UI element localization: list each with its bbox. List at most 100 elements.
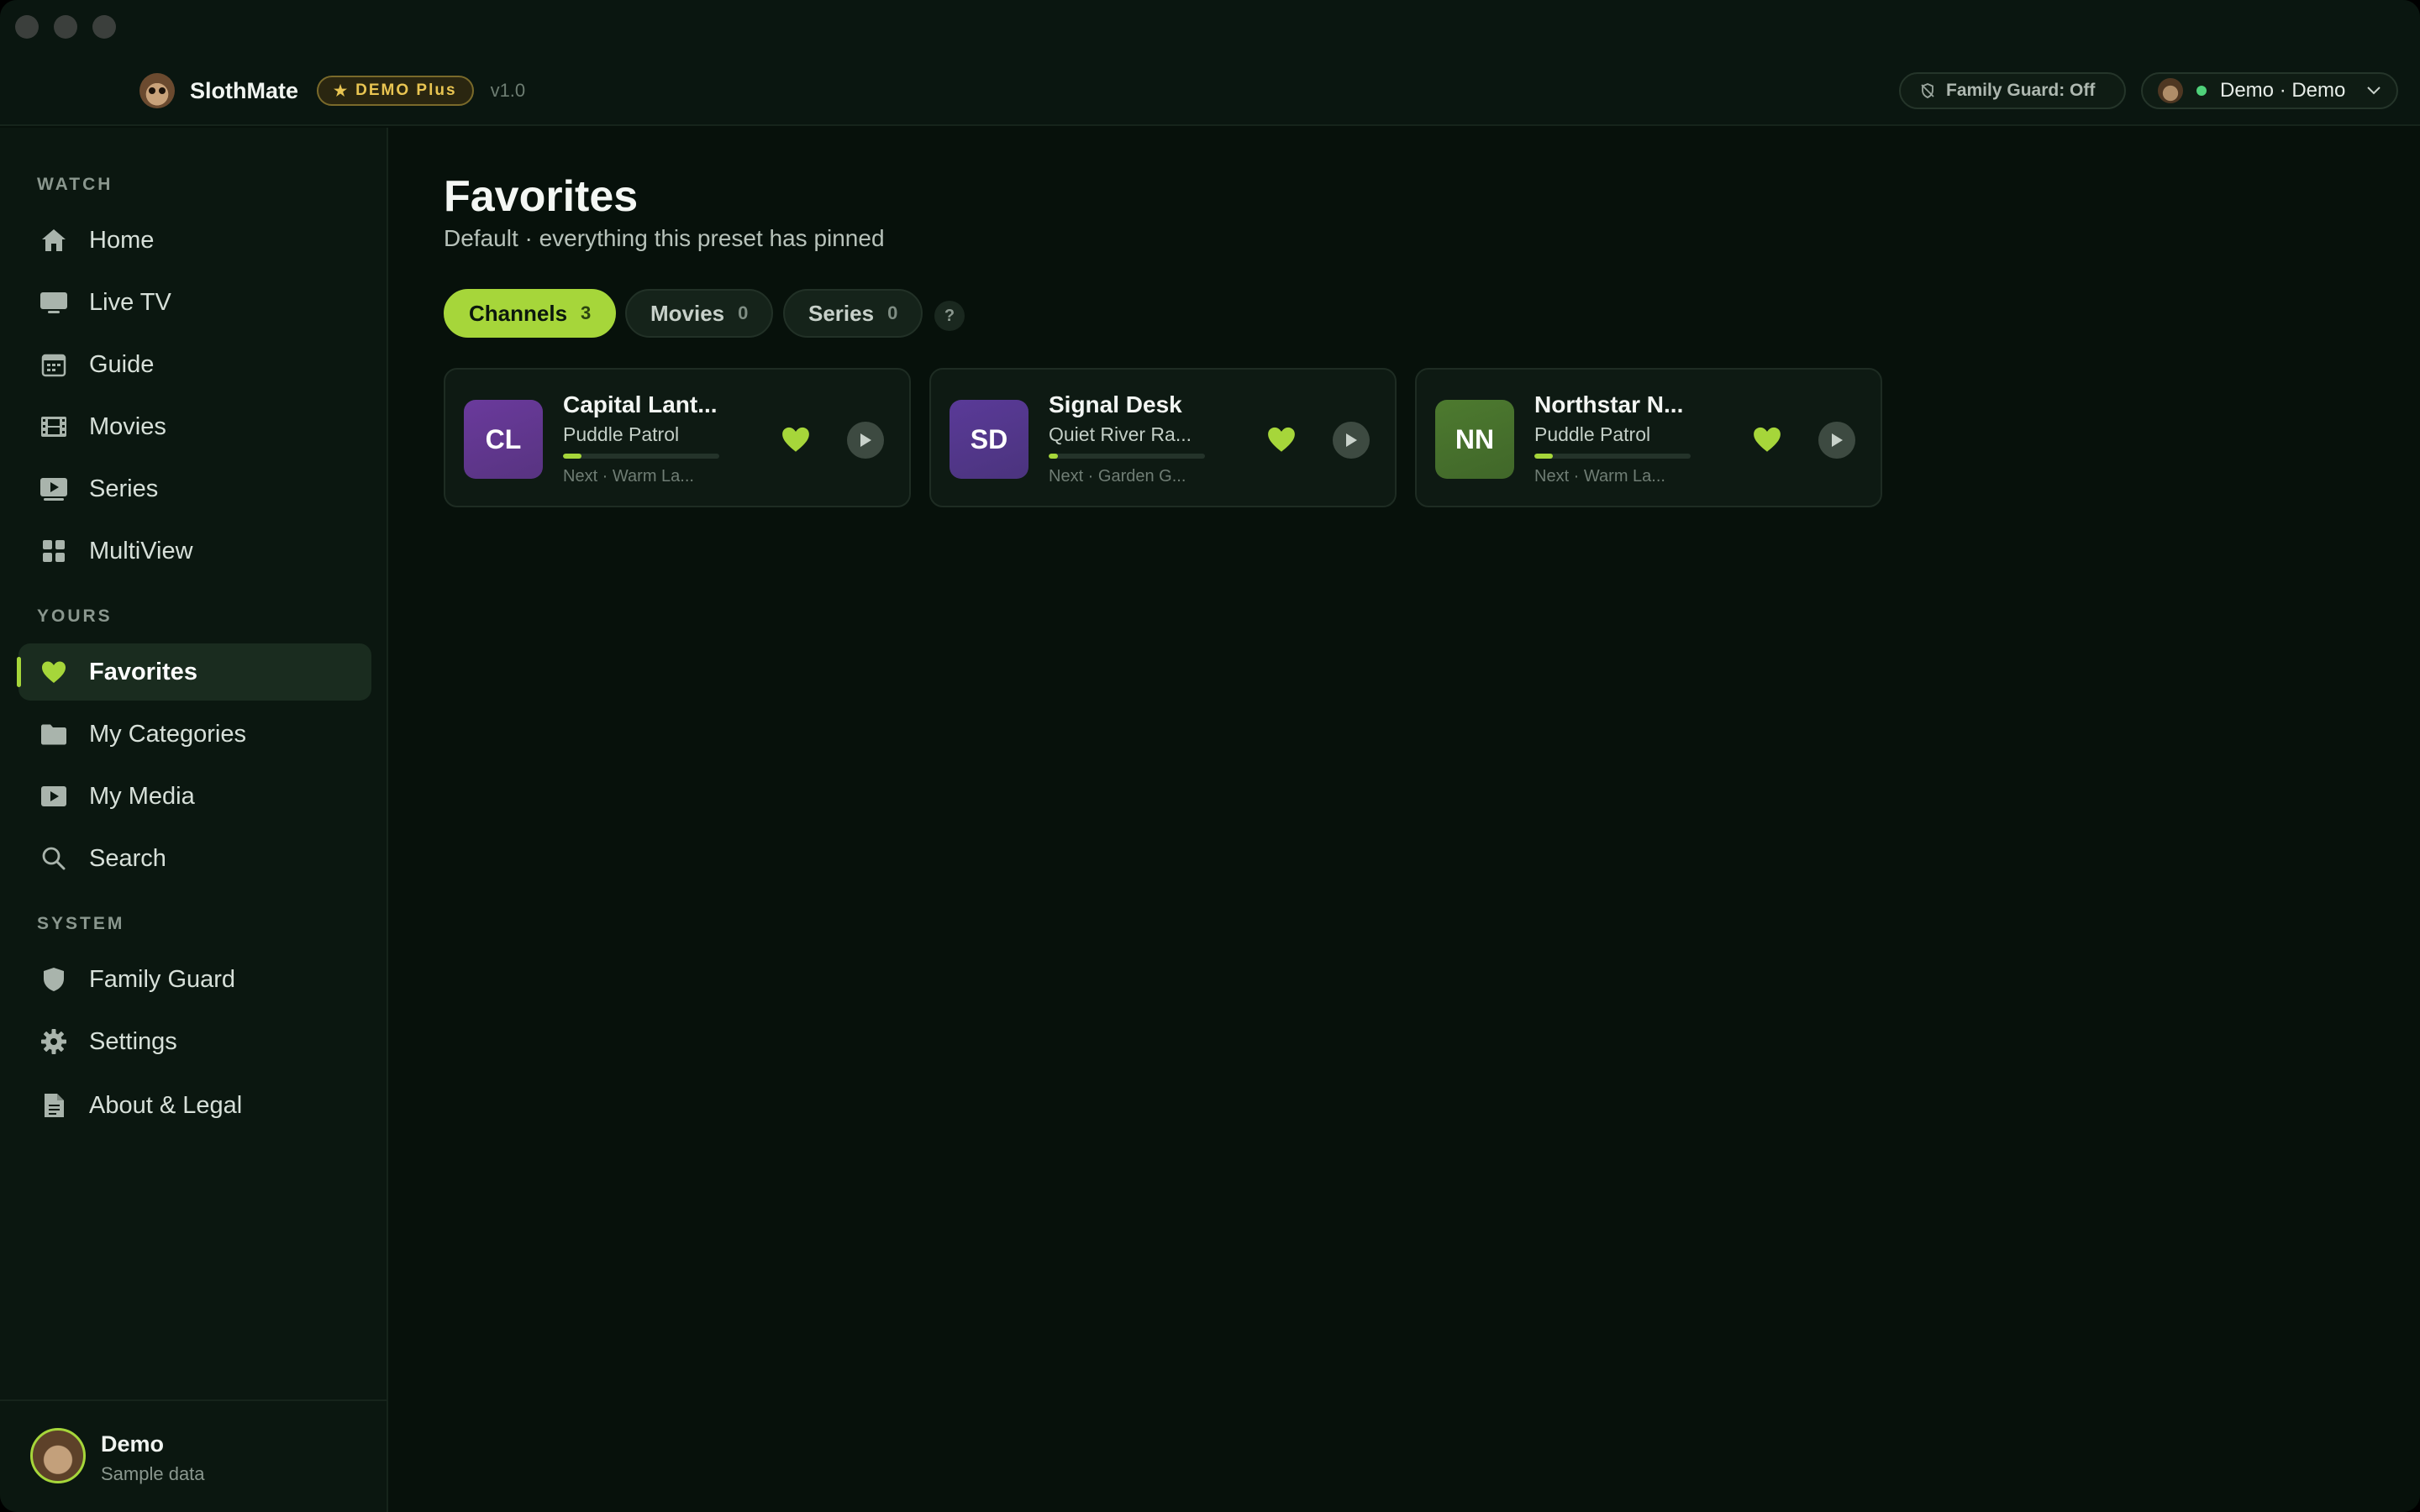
tv-icon	[39, 287, 69, 318]
channel-logo: CL	[464, 400, 543, 479]
family-guard-status-button[interactable]: Family Guard: Off	[1899, 72, 2126, 109]
next-program: Next · Garden G...	[1049, 467, 1186, 486]
play-icon	[860, 433, 871, 447]
minimize-window-button[interactable]	[54, 15, 77, 39]
sidebar-item-label: Live TV	[89, 288, 171, 316]
avatar	[30, 1428, 86, 1483]
channel-name: Capital Lant...	[563, 391, 718, 417]
grid-icon	[39, 536, 69, 566]
sidebar-item-label: MultiView	[89, 537, 193, 564]
close-window-button[interactable]	[15, 15, 39, 39]
sidebar-item-label: Guide	[89, 350, 155, 378]
tab-label: Series	[808, 300, 875, 326]
channel-card[interactable]: NN Northstar N... Puddle Patrol Next · W…	[1415, 368, 1882, 507]
folder-icon	[39, 719, 69, 749]
section-label-watch: WATCH	[37, 175, 113, 194]
sidebar-item-home[interactable]: Home	[18, 212, 371, 269]
section-label-yours: YOURS	[37, 606, 113, 626]
film-icon	[39, 412, 69, 442]
user-subtitle: Sample data	[101, 1463, 205, 1484]
sidebar-item-search[interactable]: Search	[18, 830, 371, 887]
sidebar-item-label: About & Legal	[89, 1091, 243, 1119]
channel-card[interactable]: SD Signal Desk Quiet River Ra... Next · …	[929, 368, 1397, 507]
user-name: Demo	[101, 1431, 165, 1457]
current-user[interactable]: Demo Sample data	[0, 1399, 387, 1512]
sidebar-item-my-categories[interactable]: My Categories	[18, 706, 371, 763]
main-content: Favorites Default · everything this pres…	[388, 128, 2420, 1512]
play-square-icon	[39, 781, 69, 811]
sidebar-item-guide[interactable]: Guide	[18, 336, 371, 393]
section-label-system: SYSTEM	[37, 914, 125, 933]
sidebar-item-label: Series	[89, 475, 159, 502]
tab-count: 0	[738, 302, 749, 323]
shield-off-icon	[1921, 83, 1934, 98]
tab-count: 0	[887, 302, 898, 323]
channel-name: Signal Desk	[1049, 391, 1182, 417]
play-button[interactable]	[1818, 422, 1855, 459]
title-bar: SlothMate ★ DEMO Plus v1.0 Family Guard:…	[0, 0, 2420, 126]
play-button[interactable]	[847, 422, 884, 459]
favorite-heart-icon[interactable]	[1264, 422, 1299, 457]
program-progress-fill	[563, 454, 582, 459]
star-icon: ★	[334, 81, 350, 99]
next-program: Next · Warm La...	[563, 467, 694, 486]
profile-label: Demo · Demo	[2220, 79, 2346, 102]
channel-name: Northstar N...	[1534, 391, 1684, 417]
search-icon	[39, 843, 69, 874]
app-window: SlothMate ★ DEMO Plus v1.0 Family Guard:…	[0, 0, 2420, 1512]
sidebar-item-family-guard[interactable]: Family Guard	[18, 951, 371, 1008]
program-progress-bar	[1049, 454, 1205, 459]
tab-count: 3	[581, 302, 592, 323]
sidebar-item-label: Family Guard	[89, 965, 236, 993]
sidebar-item-label: My Categories	[89, 720, 246, 748]
favorite-heart-icon[interactable]	[1749, 422, 1785, 457]
current-program: Puddle Patrol	[1534, 423, 1651, 445]
plan-badge-label: DEMO Plus	[355, 81, 457, 99]
tab-series[interactable]: Series 0	[783, 289, 923, 338]
heart-icon	[39, 657, 69, 687]
sidebar-item-my-media[interactable]: My Media	[18, 768, 371, 825]
sidebar-item-label: Movies	[89, 412, 166, 440]
program-progress-bar	[563, 454, 719, 459]
play-icon	[1346, 433, 1357, 447]
favorite-heart-icon[interactable]	[778, 422, 813, 457]
tab-movies[interactable]: Movies 0	[625, 289, 774, 338]
family-guard-status-label: Family Guard: Off	[1946, 81, 2096, 100]
page-title: Favorites	[444, 172, 639, 221]
program-progress-bar	[1534, 454, 1691, 459]
sidebar-item-label: Home	[89, 226, 155, 254]
document-icon	[39, 1090, 69, 1121]
current-program: Quiet River Ra...	[1049, 423, 1192, 445]
sidebar-item-about-legal[interactable]: About & Legal	[18, 1077, 371, 1134]
sidebar-item-label: My Media	[89, 782, 195, 810]
next-program: Next · Warm La...	[1534, 467, 1665, 486]
home-icon	[39, 225, 69, 255]
sidebar-item-series[interactable]: Series	[18, 460, 371, 517]
play-button[interactable]	[1333, 422, 1370, 459]
sidebar-item-favorites[interactable]: Favorites	[17, 643, 371, 701]
app-version: v1.0	[490, 80, 526, 101]
sidebar-item-settings[interactable]: Settings	[18, 1013, 371, 1070]
calendar-icon	[39, 349, 69, 380]
help-button[interactable]: ?	[934, 301, 965, 331]
channel-logo: NN	[1435, 400, 1514, 479]
sidebar-item-label: Settings	[89, 1027, 177, 1055]
current-program: Puddle Patrol	[563, 423, 680, 445]
channel-card[interactable]: CL Capital Lant... Puddle Patrol Next · …	[444, 368, 911, 507]
channel-logo: SD	[950, 400, 1028, 479]
sidebar-item-live-tv[interactable]: Live TV	[18, 274, 371, 331]
tab-channels[interactable]: Channels 3	[444, 289, 617, 338]
sidebar-item-movies[interactable]: Movies	[18, 398, 371, 455]
chevron-down-icon	[2367, 87, 2381, 95]
sidebar-item-multiview[interactable]: MultiView	[18, 522, 371, 580]
profile-switcher[interactable]: Demo · Demo	[2141, 72, 2398, 109]
brand: SlothMate ★ DEMO Plus v1.0	[139, 73, 526, 108]
avatar	[2158, 78, 2183, 103]
zoom-window-button[interactable]	[92, 15, 116, 39]
program-progress-fill	[1534, 454, 1554, 459]
page-subtitle: Default · everything this preset has pin…	[444, 225, 885, 251]
play-icon	[1832, 433, 1843, 447]
sidebar-item-label: Favorites	[89, 658, 197, 685]
plan-badge: ★ DEMO Plus	[317, 76, 474, 106]
sidebar: WATCH Home Live TV Guide Movies Series M…	[0, 128, 388, 1512]
